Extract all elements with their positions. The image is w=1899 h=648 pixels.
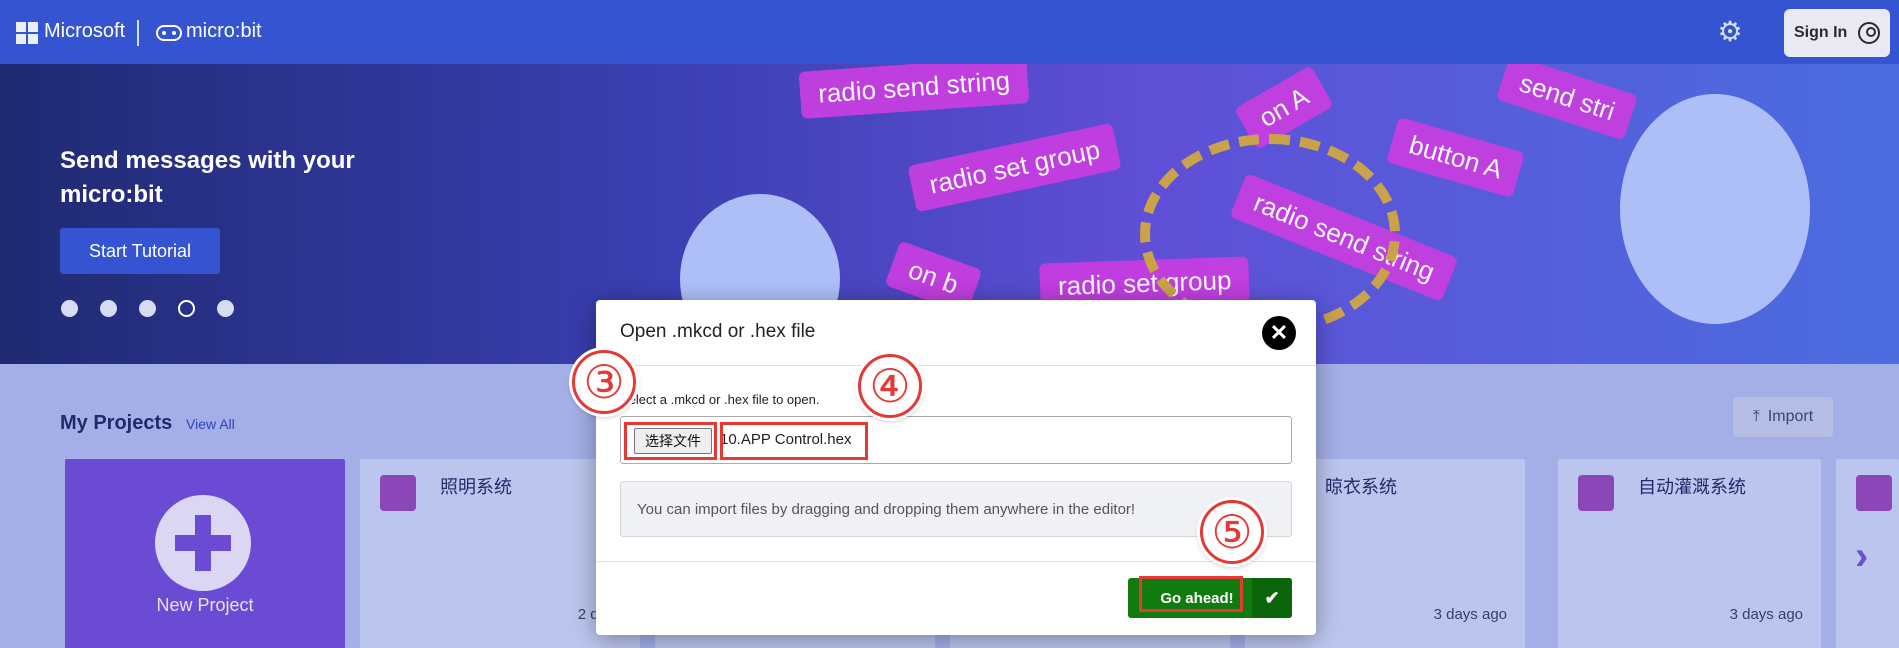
- view-all-link[interactable]: View All: [186, 416, 235, 432]
- brand-name: Microsoft: [44, 20, 126, 42]
- new-project-card[interactable]: New Project: [65, 459, 345, 648]
- carousel-dot[interactable]: [217, 300, 234, 317]
- user-icon: [1858, 22, 1880, 44]
- upload-icon: ⤒: [1752, 408, 1760, 425]
- microbit-logo-icon: [156, 25, 182, 41]
- microsoft-logo-icon: [16, 22, 38, 44]
- step-4-marker: ④: [858, 354, 922, 418]
- project-name: 照明系统: [440, 477, 512, 497]
- dialog-header: Open .mkcd or .hex file ✕: [596, 300, 1316, 366]
- carousel-dots: [61, 300, 234, 317]
- hero-block: radio set group: [907, 122, 1123, 213]
- puzzle-icon: [1578, 475, 1614, 511]
- import-label: Import: [1767, 408, 1814, 425]
- sign-in-button[interactable]: Sign In: [1784, 9, 1890, 57]
- product-name[interactable]: micro:bit: [186, 20, 262, 43]
- puzzle-icon: [1856, 475, 1892, 511]
- project-name: 自动灌溉系统: [1638, 477, 1746, 497]
- hero-block: button A: [1386, 116, 1526, 199]
- close-icon[interactable]: ✕: [1262, 316, 1296, 350]
- project-name: 晾衣系统: [1325, 477, 1397, 497]
- select-file-label: Select a .mkcd or .hex file to open.: [620, 392, 820, 407]
- sign-in-label: Sign In: [1794, 24, 1848, 41]
- project-time: 3 days ago: [1433, 606, 1507, 623]
- new-project-label: New Project: [156, 595, 254, 615]
- carousel-dot-active[interactable]: [178, 300, 195, 317]
- highlight-go-ahead: [1139, 576, 1243, 612]
- hero-character-girl: [1620, 94, 1810, 324]
- carousel-dot[interactable]: [100, 300, 117, 317]
- start-tutorial-button[interactable]: Start Tutorial: [60, 228, 220, 274]
- my-projects-title: My Projects: [60, 412, 173, 434]
- plus-icon: [155, 495, 251, 591]
- highlight-file-name: [720, 422, 868, 460]
- brand-divider: [137, 20, 139, 46]
- hero-block: send stri: [1496, 64, 1639, 141]
- step-3-marker: ③: [572, 350, 636, 414]
- project-time: 3 days ago: [1729, 606, 1803, 623]
- step-5-marker: ⑤: [1200, 500, 1264, 564]
- drag-drop-hint: You can import files by dragging and dro…: [620, 481, 1292, 537]
- project-card[interactable]: 自动灌溉系统 3 days ago: [1558, 459, 1821, 648]
- checkmark-icon: ✔: [1252, 578, 1292, 618]
- gear-icon[interactable]: ⚙: [1716, 18, 1744, 46]
- hero-title: Send messages with your micro:bit: [60, 147, 355, 208]
- puzzle-icon: [380, 475, 416, 511]
- top-bar: Microsoft micro:bit ⚙ Sign In: [0, 0, 1899, 64]
- dialog-footer-divider: [596, 561, 1316, 562]
- import-button[interactable]: ⤒ Import: [1733, 397, 1833, 437]
- carousel-dot[interactable]: [139, 300, 156, 317]
- carousel-dot[interactable]: [61, 300, 78, 317]
- chevron-right-icon[interactable]: ›: [1855, 534, 1868, 579]
- dialog-title: Open .mkcd or .hex file: [620, 321, 816, 342]
- highlight-choose-file: [624, 422, 717, 460]
- hero-block: radio send string: [798, 64, 1030, 119]
